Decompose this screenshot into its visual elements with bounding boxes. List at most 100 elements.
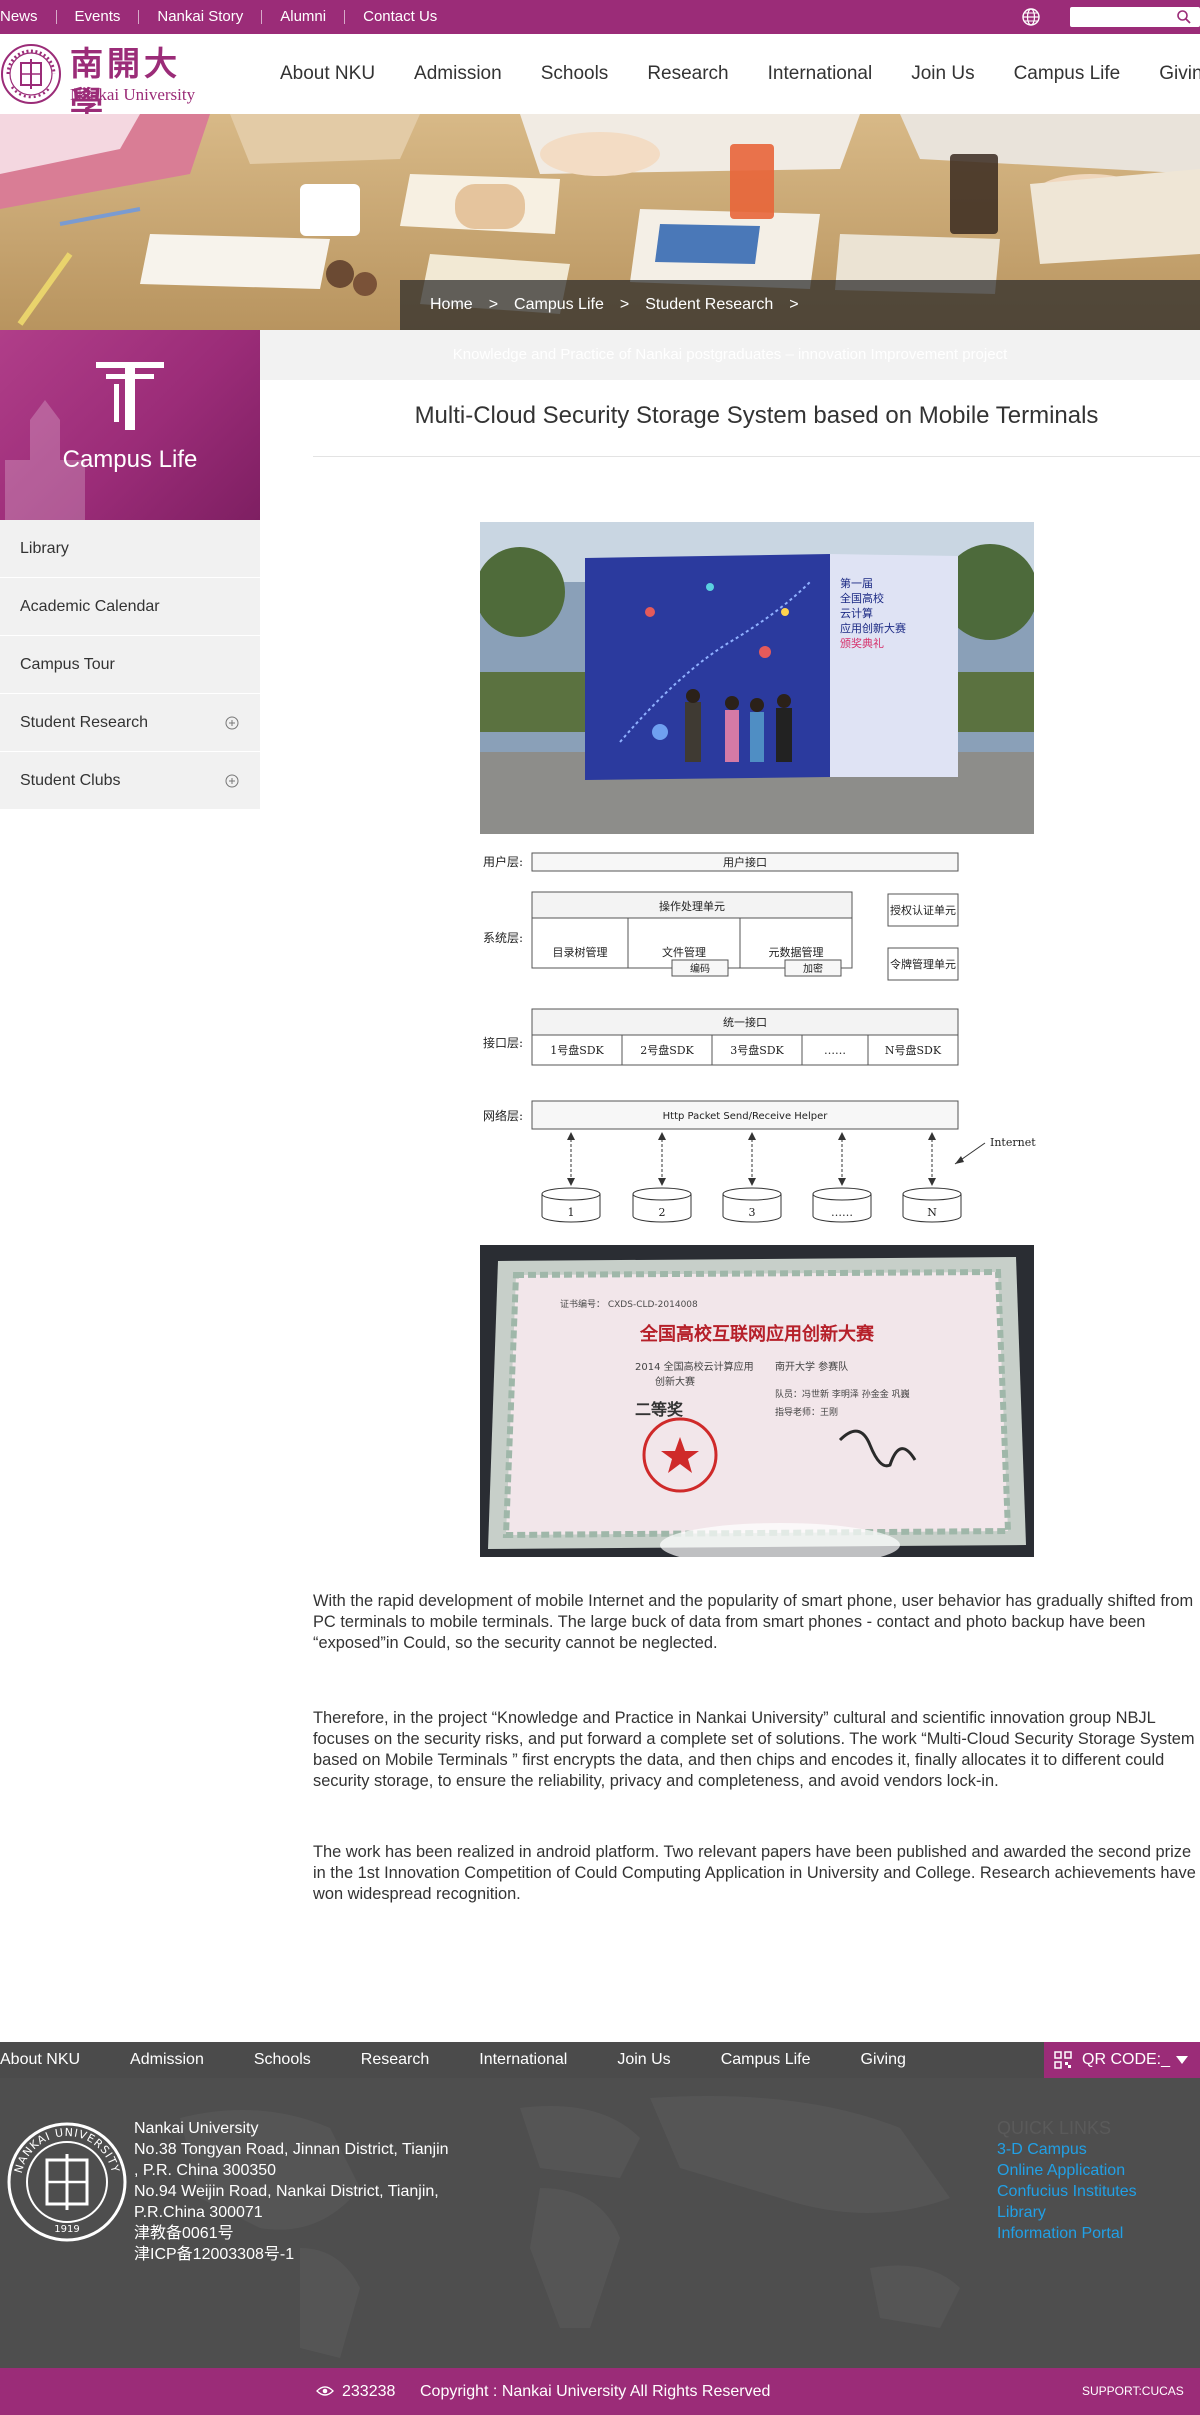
breadcrumb-separator: > bbox=[619, 296, 630, 313]
breadcrumb-campus-life[interactable]: Campus Life bbox=[514, 296, 604, 314]
sidebar-item-label: Library bbox=[20, 539, 69, 557]
submodule-encryption: 加密 bbox=[803, 962, 823, 975]
quick-link-confucius-institutes[interactable]: Confucius Institutes bbox=[997, 2181, 1197, 2202]
quick-links-title: QUICK LINKS bbox=[997, 2118, 1112, 2138]
sidebar-menu: Library Academic Calendar Campus Tour St… bbox=[0, 520, 260, 810]
visit-counter: 233238 bbox=[342, 2383, 396, 2400]
quick-links: QUICK LINKS 3-D Campus Online Applicatio… bbox=[997, 2118, 1197, 2244]
university-logo[interactable]: 南開大學 Nankai University bbox=[0, 42, 210, 123]
site-header: 南開大學 Nankai University About NKU Admissi… bbox=[0, 34, 1200, 123]
certificate-line-2: 创新大赛 bbox=[655, 1375, 695, 1388]
certificate-members: 队员：冯世新 李明泽 孙金金 巩巍 bbox=[775, 1388, 910, 1400]
nav-about-nku[interactable]: About NKU bbox=[280, 63, 375, 85]
token-unit-label: 令牌管理单元 bbox=[890, 957, 956, 971]
module-directory-tree: 目录树管理 bbox=[553, 945, 608, 959]
breadcrumb: Home > Campus Life > Student Research > bbox=[400, 280, 1200, 330]
sidebar-item-label: Academic Calendar bbox=[20, 597, 160, 615]
nav-giving[interactable]: Giving bbox=[1159, 63, 1200, 85]
top-link-news[interactable]: News bbox=[0, 9, 56, 24]
breadcrumb-home[interactable]: Home bbox=[430, 296, 473, 314]
footer-nav-schools[interactable]: Schools bbox=[254, 2051, 311, 2069]
disk-3: 3 bbox=[749, 1206, 756, 1219]
expand-plus-icon[interactable] bbox=[225, 774, 239, 788]
top-link-events[interactable]: Events bbox=[55, 9, 139, 24]
address-line: P.R.China 300071 bbox=[134, 2204, 263, 2221]
sidebar-item-campus-tour[interactable]: Campus Tour bbox=[0, 636, 260, 694]
certificate-number: 证书编号： CXDS-CLD-2014008 bbox=[560, 1298, 698, 1310]
eye-icon bbox=[316, 2386, 334, 2396]
nav-admission[interactable]: Admission bbox=[414, 63, 502, 85]
banner-line-2: 全国高校 bbox=[840, 591, 884, 605]
article-paragraph: With the rapid development of mobile Int… bbox=[313, 1592, 1194, 1652]
footer-nav: About NKU Admission Schools Research Int… bbox=[0, 2042, 1200, 2078]
footer-nav-campus-life[interactable]: Campus Life bbox=[721, 2051, 811, 2069]
copyright-text: Copyright : Nankai University All Rights… bbox=[420, 2383, 771, 2400]
sidebar-item-label: Campus Tour bbox=[20, 655, 115, 673]
nav-campus-life[interactable]: Campus Life bbox=[1014, 63, 1121, 85]
breadcrumb-separator: > bbox=[789, 296, 799, 313]
address-line: No.38 Tongyan Road, Jinnan District, Tia… bbox=[134, 2141, 449, 2158]
banner-line-4: 应用创新大赛 bbox=[840, 621, 906, 635]
top-link-alumni[interactable]: Alumni bbox=[261, 9, 344, 24]
nav-schools[interactable]: Schools bbox=[541, 63, 609, 85]
top-utility-bar: News Events Nankai Story Alumni Contact … bbox=[0, 0, 1200, 34]
qr-code-dropdown[interactable]: QR CODE:_ bbox=[1044, 2042, 1200, 2078]
university-seal-icon bbox=[1, 44, 61, 104]
sdk-2: 2号盘SDK bbox=[640, 1043, 694, 1057]
sidebar-item-label: Student Research bbox=[20, 713, 149, 731]
sdk-3: 3号盘SDK bbox=[730, 1043, 784, 1057]
auth-unit-label: 授权认证单元 bbox=[890, 903, 956, 917]
quick-link-3d-campus[interactable]: 3-D Campus bbox=[997, 2139, 1197, 2160]
footer-nav-international[interactable]: International bbox=[479, 2051, 567, 2069]
sidebar-title: Campus Life bbox=[62, 446, 198, 473]
certificate-school: 南开大学 参赛队 bbox=[775, 1360, 848, 1373]
footer-nav-research[interactable]: Research bbox=[361, 2051, 429, 2069]
quick-link-library[interactable]: Library bbox=[997, 2202, 1197, 2223]
disk-2: 2 bbox=[659, 1206, 666, 1219]
top-links: News Events Nankai Story Alumni Contact … bbox=[0, 0, 455, 34]
sidebar-item-student-research[interactable]: Student Research bbox=[0, 694, 260, 752]
address-line: Nankai University bbox=[134, 2120, 259, 2137]
http-helper-label: Http Packet Send/Receive Helper bbox=[663, 1111, 829, 1122]
nav-international[interactable]: International bbox=[768, 63, 873, 85]
submodule-encoding: 编码 bbox=[690, 962, 710, 975]
nav-research[interactable]: Research bbox=[647, 63, 728, 85]
signpost-icon bbox=[96, 362, 164, 430]
article-title: Multi-Cloud Security Storage System base… bbox=[414, 402, 1099, 429]
main-nav: About NKU Admission Schools Research Int… bbox=[280, 34, 1200, 114]
address-line: 津ICP备12003308号-1 bbox=[134, 2246, 295, 2263]
title-divider bbox=[313, 456, 1200, 457]
footer-university-seal-icon: NANKAI UNIVERSITY 1919 bbox=[7, 2122, 127, 2242]
chevron-down-icon bbox=[1176, 2056, 1189, 2064]
breadcrumb-separator: > bbox=[488, 296, 499, 313]
footer-nav-join-us[interactable]: Join Us bbox=[617, 2051, 670, 2069]
sdk-ellipsis: …… bbox=[824, 1044, 846, 1057]
breadcrumb-student-research[interactable]: Student Research bbox=[645, 296, 773, 314]
article-paragraph: Therefore, in the project “Knowledge and… bbox=[313, 1709, 1195, 1790]
top-link-nankai-story[interactable]: Nankai Story bbox=[138, 9, 261, 24]
banner-line-3: 云计算 bbox=[840, 606, 873, 620]
search-icon[interactable] bbox=[1176, 9, 1192, 25]
sidebar-header: Campus Life bbox=[0, 330, 260, 520]
top-link-contact-us[interactable]: Contact Us bbox=[344, 9, 455, 24]
footer-nav-giving[interactable]: Giving bbox=[861, 2051, 906, 2069]
footer-main: NANKAI UNIVERSITY 1919 Nankai University… bbox=[0, 2078, 1200, 2368]
support-credit[interactable]: SUPPORT:CUCAS bbox=[1082, 2368, 1184, 2415]
seal-year: 1919 bbox=[54, 2224, 79, 2235]
globe-icon[interactable] bbox=[1020, 6, 1042, 28]
disk-ellipsis: …… bbox=[831, 1206, 853, 1219]
banner-line-1: 第一届 bbox=[840, 576, 873, 590]
footer-nav-about-nku[interactable]: About NKU bbox=[0, 2051, 80, 2069]
quick-link-information-portal[interactable]: Information Portal bbox=[997, 2223, 1197, 2244]
footer-address: Nankai University No.38 Tongyan Road, Ji… bbox=[134, 2118, 464, 2265]
sidebar-item-academic-calendar[interactable]: Academic Calendar bbox=[0, 578, 260, 636]
sidebar-item-library[interactable]: Library bbox=[0, 520, 260, 578]
expand-plus-icon[interactable] bbox=[225, 716, 239, 730]
operation-unit-label: 操作处理单元 bbox=[659, 899, 725, 913]
nav-join-us[interactable]: Join Us bbox=[911, 63, 974, 85]
sidebar-item-student-clubs[interactable]: Student Clubs bbox=[0, 752, 260, 810]
address-line: No.94 Weijin Road, Nankai District, Tian… bbox=[134, 2183, 439, 2200]
footer-nav-admission[interactable]: Admission bbox=[130, 2051, 204, 2069]
project-subtitle: Knowledge and Practice of Nankai postgra… bbox=[260, 330, 1200, 380]
quick-link-online-application[interactable]: Online Application bbox=[997, 2160, 1197, 2181]
